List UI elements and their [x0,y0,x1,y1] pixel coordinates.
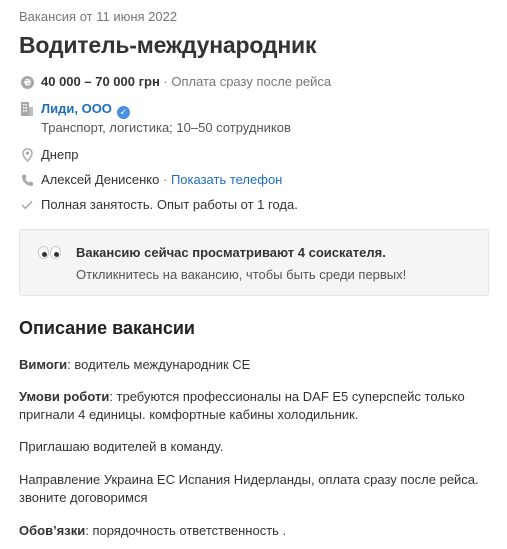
building-icon [19,100,35,118]
employment-row: Полная занятость. Опыт работы от 1 года. [19,196,298,214]
duties-paragraph: Обов’язки: порядочность ответственность … [19,522,489,540]
eye-left [38,246,49,259]
description-heading: Описание вакансии [19,318,196,338]
vacancy-title: Водитель-международник [19,32,317,58]
salary-amount: 40 000 – 70 000 грн [41,74,160,89]
map-pin-icon [19,146,35,164]
location-row: Днепр [19,146,78,164]
phone-icon [19,171,35,189]
requirements-paragraph: Вимоги: водитель международник СЕ [19,356,489,374]
direction-paragraph: Направление Украина ЕС Испания Нидерланд… [19,472,479,505]
contact-separator: · [163,172,171,187]
show-phone-link[interactable]: Показать телефон [171,172,282,187]
company-row: Лиди, ООО ✓ Транспорт, логистика; 10–50 с… [19,100,291,137]
duties-label: Обов’язки [19,523,86,538]
contact-row: Алексей Денисенко · Показать телефон [19,171,282,189]
contact-name: Алексей Денисенко [41,172,160,187]
vacancy-page: Вакансия от 11 июня 2022 Водитель-междун… [0,0,507,549]
check-icon [19,196,35,214]
alert-title: Вакансию сейчас просматривают 4 соискате… [76,245,386,260]
conditions-paragraph: Умови роботи: требуются профессионалы на… [19,388,489,424]
invite-paragraph: Приглашаю водителей в команду. [19,439,224,454]
verified-badge-icon: ✓ [116,105,130,119]
conditions-label: Умови роботи [19,389,110,404]
svg-text:₴: ₴ [23,78,31,88]
alert-subtitle: Откликнитесь на вакансию, чтобы быть сре… [76,267,407,282]
employment-text: Полная занятость. Опыт работы от 1 года. [41,197,298,212]
salary-row: ₴ 40 000 – 70 000 грн · Оплата сразу пос… [19,73,331,91]
company-link[interactable]: Лиди, ООО [41,101,112,116]
hryvnia-coin-icon: ₴ [19,73,35,91]
duties-text: : порядочность ответственность . [85,523,287,538]
city: Днепр [41,147,79,162]
salary-note: Оплата сразу после рейса [171,74,332,89]
eye-right [50,246,61,259]
eyes-emoji-icon [38,246,62,259]
company-details: Транспорт, логистика; 10–50 сотрудников [41,119,291,135]
vacancy-date: Вакансия от 11 июня 2022 [19,9,178,24]
requirements-text: : водитель международник СЕ [67,357,251,372]
requirements-label: Вимоги [19,357,68,372]
viewers-alert: Вакансию сейчас просматривают 4 соискате… [19,229,489,296]
